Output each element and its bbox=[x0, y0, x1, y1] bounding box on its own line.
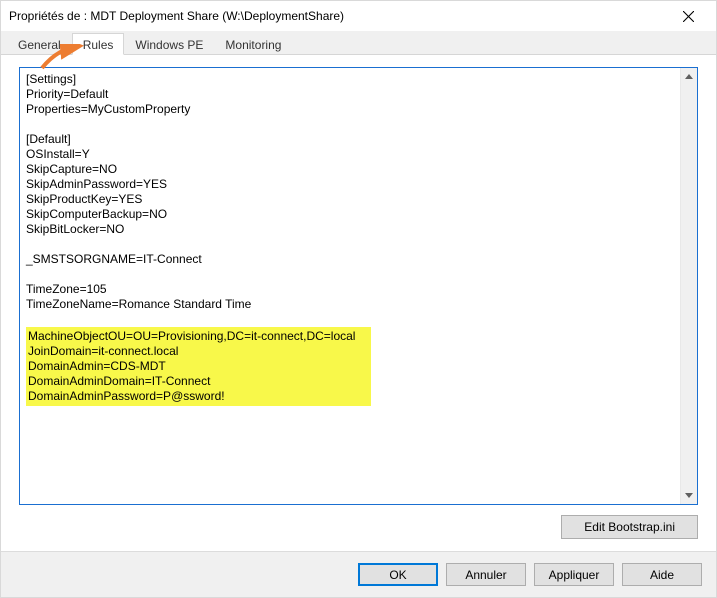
rules-text-settings: [Settings] Priority=Default Properties=M… bbox=[26, 72, 190, 116]
tab-monitoring[interactable]: Monitoring bbox=[214, 33, 292, 55]
close-button[interactable] bbox=[668, 2, 708, 30]
tab-general[interactable]: General bbox=[7, 33, 72, 55]
chevron-down-icon bbox=[685, 493, 693, 498]
ok-button[interactable]: OK bbox=[358, 563, 438, 586]
rules-text-default: [Default] OSInstall=Y SkipCapture=NO Ski… bbox=[26, 132, 167, 236]
scroll-down-button[interactable] bbox=[681, 487, 697, 504]
titlebar: Propriétés de : MDT Deployment Share (W:… bbox=[1, 1, 716, 31]
scrollbar-vertical[interactable] bbox=[680, 68, 697, 504]
editor-footer: Edit Bootstrap.ini bbox=[19, 505, 698, 543]
window-title: Propriétés de : MDT Deployment Share (W:… bbox=[9, 9, 668, 23]
help-button[interactable]: Aide bbox=[622, 563, 702, 586]
edit-bootstrap-button[interactable]: Edit Bootstrap.ini bbox=[561, 515, 698, 539]
tab-windows-pe[interactable]: Windows PE bbox=[124, 33, 214, 55]
properties-dialog: Propriétés de : MDT Deployment Share (W:… bbox=[0, 0, 717, 598]
apply-button[interactable]: Appliquer bbox=[534, 563, 614, 586]
rules-text-domain-highlight: MachineObjectOU=OU=Provisioning,DC=it-co… bbox=[26, 327, 371, 406]
dialog-footer: OK Annuler Appliquer Aide bbox=[1, 551, 716, 597]
rules-editor-frame: [Settings] Priority=Default Properties=M… bbox=[19, 67, 698, 505]
tab-content-rules: [Settings] Priority=Default Properties=M… bbox=[1, 55, 716, 551]
rules-text-timezone: TimeZone=105 TimeZoneName=Romance Standa… bbox=[26, 282, 251, 311]
rules-text-orgname: _SMSTSORGNAME=IT-Connect bbox=[26, 252, 202, 266]
close-icon bbox=[683, 11, 694, 22]
scroll-up-button[interactable] bbox=[681, 68, 697, 85]
tab-strip: General Rules Windows PE Monitoring bbox=[1, 31, 716, 55]
rules-editor[interactable]: [Settings] Priority=Default Properties=M… bbox=[20, 68, 697, 504]
tab-rules[interactable]: Rules bbox=[72, 33, 125, 55]
chevron-up-icon bbox=[685, 74, 693, 79]
cancel-button[interactable]: Annuler bbox=[446, 563, 526, 586]
